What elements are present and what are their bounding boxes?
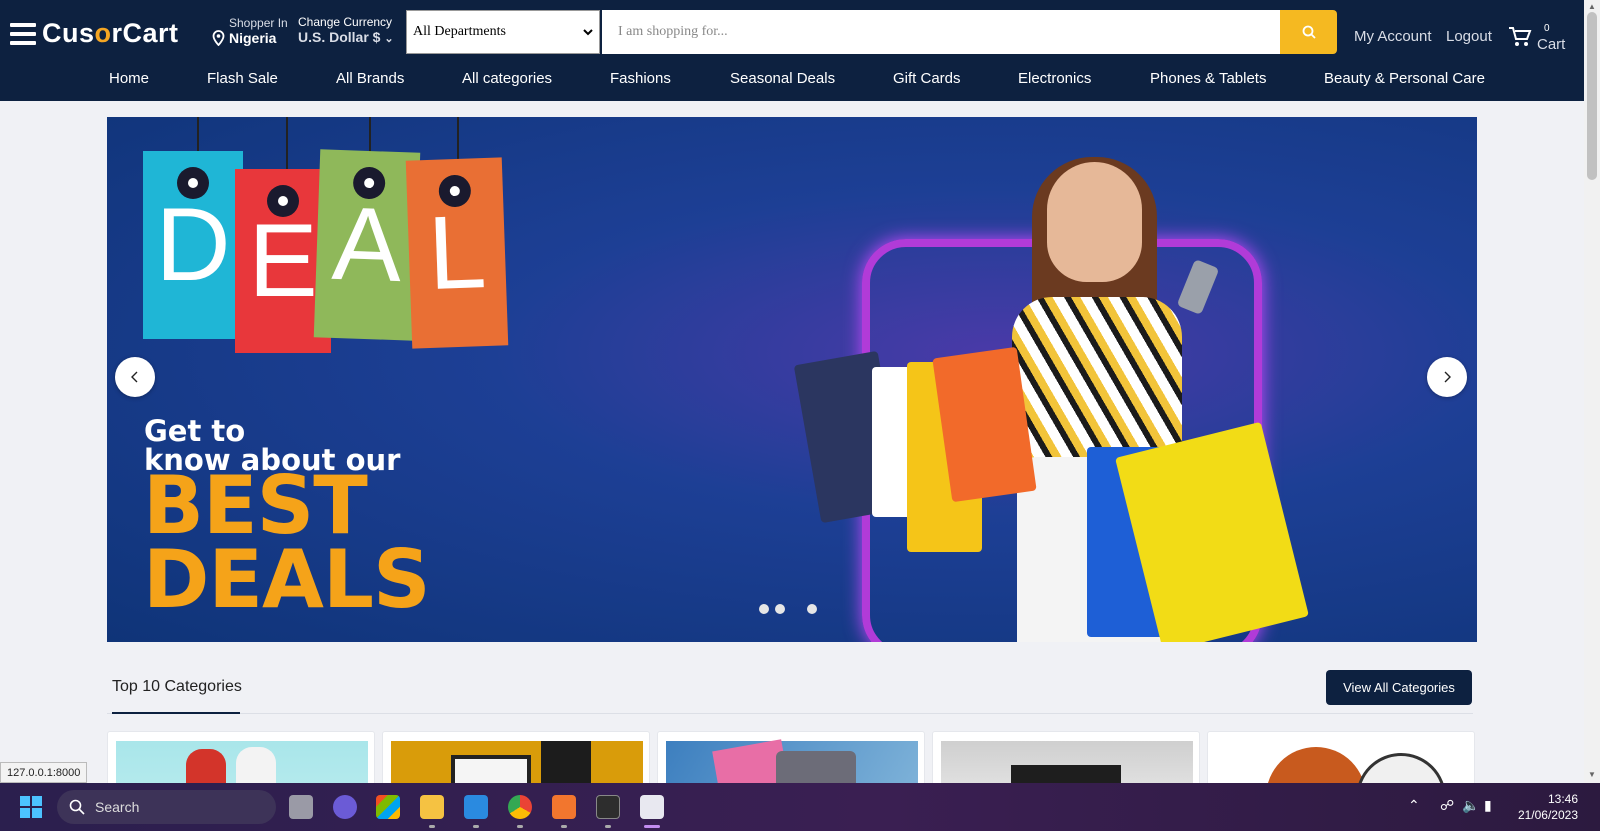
terminal-icon[interactable]: [596, 795, 620, 819]
os-taskbar: Search ⌃ ☍ 🔈 ▮ 13:46 21/06/2023: [0, 783, 1600, 831]
category-card[interactable]: [107, 731, 375, 791]
shopper-label: Shopper In: [229, 16, 288, 30]
active-indicator: [644, 825, 660, 828]
carousel-dot[interactable]: [807, 604, 817, 614]
category-card[interactable]: [1207, 731, 1475, 791]
deal-tag-d: D: [143, 151, 243, 339]
carousel-dots: [759, 604, 817, 614]
cart-count: 0: [1544, 23, 1550, 34]
search-icon: [69, 799, 85, 815]
main-nav: Home Flash Sale All Brands All categorie…: [0, 70, 1584, 92]
shopper-face: [1047, 162, 1142, 282]
carousel-prev-button[interactable]: [115, 357, 155, 397]
vscode-icon[interactable]: [464, 795, 488, 819]
scroll-down-arrow-icon[interactable]: ▼: [1588, 770, 1596, 779]
hero-carousel[interactable]: D E A L Get to know about our BEST DEALS: [107, 117, 1477, 642]
category-card[interactable]: [382, 731, 650, 791]
nav-item-beauty-personal-care[interactable]: Beauty & Personal Care: [1324, 70, 1485, 87]
chrome-icon[interactable]: [508, 795, 532, 819]
scroll-up-arrow-icon[interactable]: ▲: [1588, 2, 1596, 11]
nav-item-home[interactable]: Home: [109, 70, 149, 87]
view-all-categories-button[interactable]: View All Categories: [1326, 670, 1472, 705]
task-view-icon[interactable]: [289, 795, 313, 819]
snipping-tool-icon[interactable]: [640, 795, 664, 819]
taskbar-clock[interactable]: 13:46 21/06/2023: [1508, 791, 1578, 823]
carousel-next-button[interactable]: [1427, 357, 1467, 397]
chevron-right-icon: [1444, 371, 1451, 383]
section-title-underline: [112, 712, 240, 714]
search-input[interactable]: [602, 10, 1280, 54]
running-indicator: [561, 825, 567, 828]
category-card[interactable]: [657, 731, 925, 791]
logout-link[interactable]: Logout: [1446, 28, 1492, 45]
carousel-dot[interactable]: [791, 604, 801, 614]
volume-icon[interactable]: 🔈: [1462, 797, 1479, 814]
category-card[interactable]: [932, 731, 1200, 791]
shopper-location-value: Nigeria: [229, 30, 277, 46]
currency-value: U.S. Dollar $: [298, 29, 381, 45]
site-logo[interactable]: CusorCart: [42, 18, 179, 49]
cart-label: Cart: [1537, 36, 1566, 53]
nav-item-electronics[interactable]: Electronics: [1018, 70, 1091, 87]
menu-icon[interactable]: [10, 23, 36, 45]
select-arrow-icon: [583, 28, 593, 35]
nav-item-gift-cards[interactable]: Gift Cards: [893, 70, 961, 87]
shopper-location[interactable]: Shopper In Nigeria: [212, 16, 288, 46]
nav-item-all-brands[interactable]: All Brands: [336, 70, 404, 87]
nav-item-all-categories[interactable]: All categories: [462, 70, 552, 87]
carousel-dot[interactable]: [759, 604, 769, 614]
deal-tag-a: A: [313, 149, 421, 341]
chevron-left-icon: [131, 371, 138, 383]
chat-icon[interactable]: [333, 795, 357, 819]
running-indicator: [517, 825, 523, 828]
department-select-value: All Departments: [413, 24, 506, 39]
running-indicator: [605, 825, 611, 828]
status-url-tooltip: 127.0.0.1:8000: [0, 762, 88, 783]
location-pin-icon: [212, 30, 225, 46]
shopper-top: [1012, 297, 1182, 467]
search-icon: [1302, 25, 1316, 39]
hero-heading: BEST DEALS: [143, 459, 431, 626]
store-icon[interactable]: [376, 795, 400, 819]
windows-start-icon[interactable]: [20, 796, 42, 818]
section-divider: [107, 713, 1473, 714]
running-indicator: [429, 825, 435, 828]
section-title: Top 10 Categories: [112, 678, 242, 695]
nav-item-seasonal-deals[interactable]: Seasonal Deals: [730, 70, 835, 87]
scrollbar-thumb[interactable]: [1587, 12, 1597, 180]
search-button[interactable]: [1280, 10, 1337, 54]
tray-overflow-icon[interactable]: ⌃: [1408, 797, 1420, 814]
battery-icon[interactable]: ▮: [1484, 797, 1492, 814]
nav-item-flash-sale[interactable]: Flash Sale: [207, 70, 278, 87]
header-topbar: CusorCart Shopper In Nigeria Change Curr…: [0, 10, 1584, 54]
file-explorer-icon[interactable]: [420, 795, 444, 819]
my-account-link[interactable]: My Account: [1354, 28, 1432, 45]
nav-item-fashions[interactable]: Fashions: [610, 70, 671, 87]
currency-switcher[interactable]: Change Currency U.S. Dollar $ ⌄: [298, 15, 394, 45]
clock-date: 21/06/2023: [1517, 808, 1578, 822]
deal-tag-l: L: [405, 157, 509, 349]
currency-label: Change Currency: [298, 15, 393, 29]
page-scrollbar[interactable]: ▲ ▼: [1584, 0, 1600, 783]
taskbar-search[interactable]: Search: [57, 790, 276, 824]
carousel-dot[interactable]: [775, 604, 785, 614]
running-indicator: [473, 825, 479, 828]
network-icon[interactable]: ☍: [1440, 797, 1454, 814]
site-header: CusorCart Shopper In Nigeria Change Curr…: [0, 0, 1584, 101]
department-select[interactable]: All Departments: [406, 10, 600, 54]
xampp-icon[interactable]: [552, 795, 576, 819]
clock-time: 13:46: [1547, 792, 1578, 806]
chevron-down-icon: ⌄: [384, 33, 394, 45]
taskbar-search-label: Search: [95, 799, 140, 815]
cart-icon: [1509, 27, 1532, 46]
nav-item-phones-tablets[interactable]: Phones & Tablets: [1150, 70, 1266, 87]
